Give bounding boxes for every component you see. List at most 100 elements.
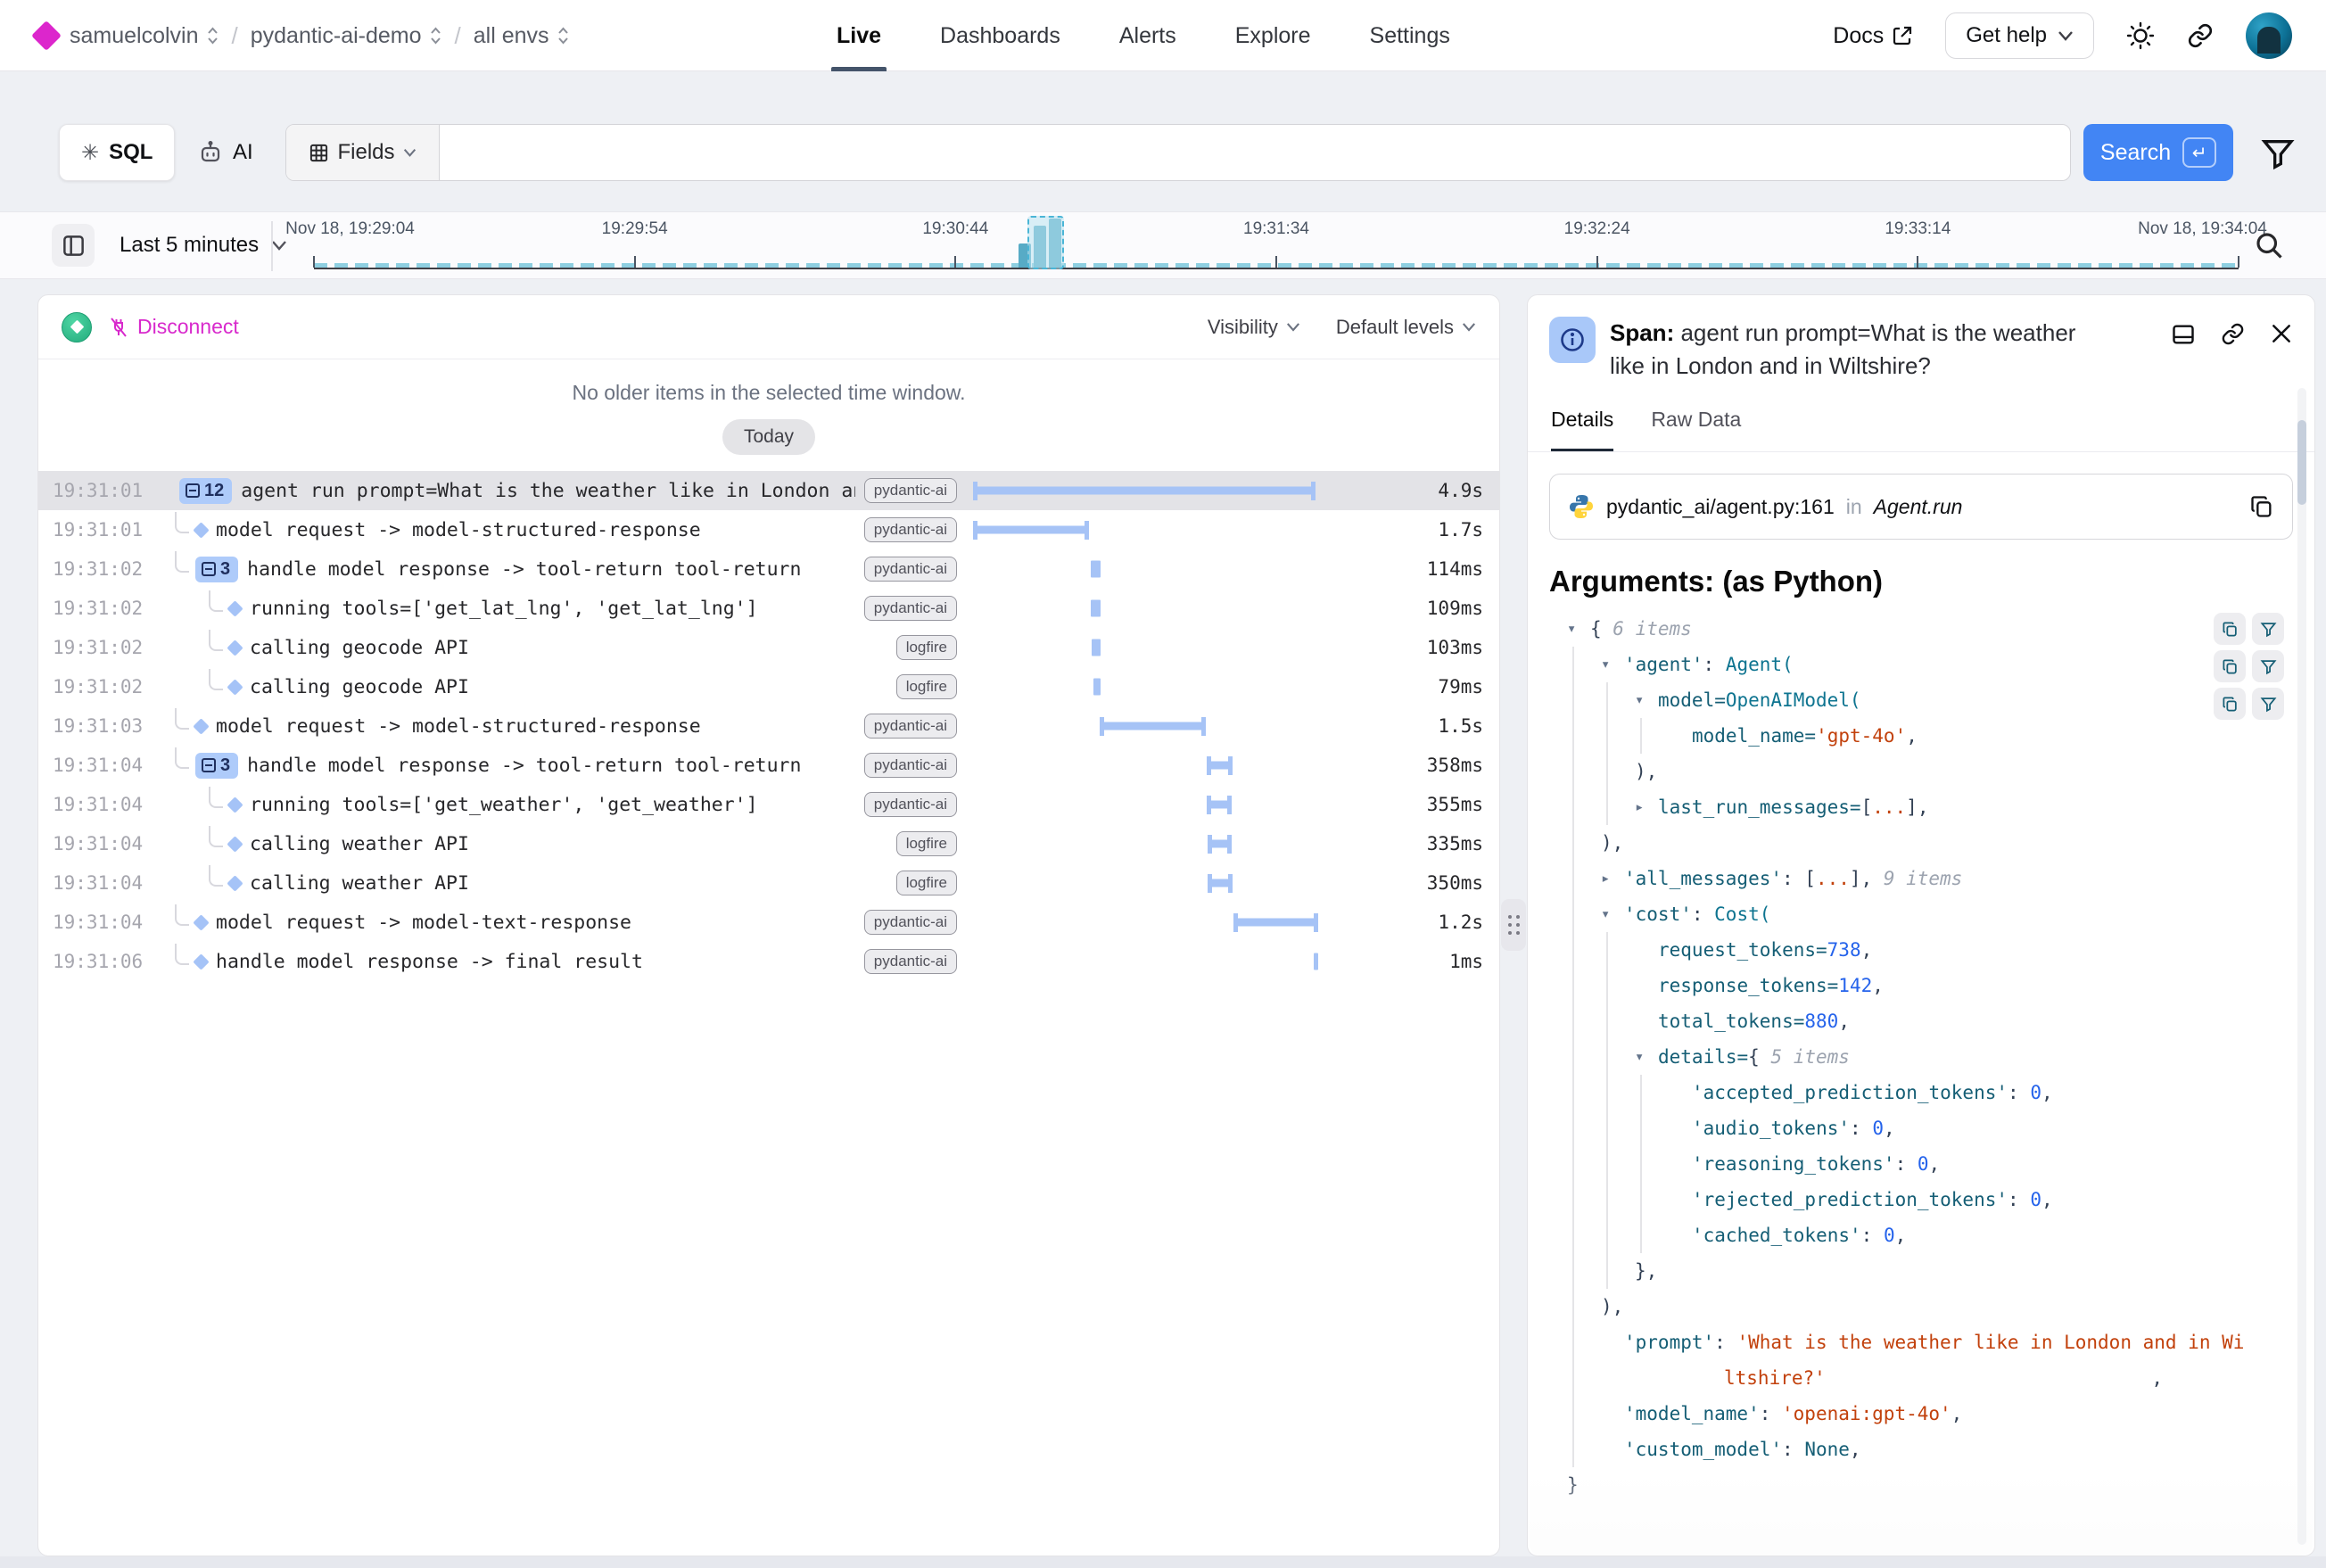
- live-status-icon[interactable]: [62, 312, 92, 342]
- filter-node-button[interactable]: [2252, 613, 2284, 645]
- trace-row[interactable]: 19:31:04calling weather APIlogfire350ms: [38, 863, 1499, 903]
- duration-label: 355ms: [1410, 794, 1499, 815]
- ai-mode-button[interactable]: AI: [186, 124, 266, 181]
- code-token-pn: ,: [1838, 1003, 1850, 1039]
- copy-icon[interactable]: [2249, 494, 2274, 519]
- trace-row[interactable]: 19:31:02running tools=['get_lat_lng', 'g…: [38, 589, 1499, 628]
- breadcrumb-separator: /: [232, 22, 238, 50]
- filter-node-button[interactable]: [2252, 650, 2284, 682]
- trace-row[interactable]: 19:31:023handle model response -> tool-r…: [38, 549, 1499, 589]
- trace-timestamp: 19:31:02: [38, 598, 161, 619]
- breadcrumb-project-label: pydantic-ai-demo: [251, 23, 422, 49]
- trace-row[interactable]: 19:31:06handle model response -> final r…: [38, 942, 1499, 981]
- collapse-badge[interactable]: 12: [179, 478, 232, 504]
- breadcrumb-project[interactable]: pydantic-ai-demo: [251, 23, 442, 49]
- today-pill[interactable]: Today: [722, 419, 815, 455]
- expand-caret-icon[interactable]: ▾: [1635, 1039, 1658, 1075]
- scrollbar-track[interactable]: [2297, 388, 2306, 1545]
- nav-tab-live[interactable]: Live: [837, 0, 881, 71]
- expand-caret-icon[interactable]: ▾: [1567, 611, 1590, 647]
- scrollbar-thumb[interactable]: [2297, 420, 2306, 505]
- panel-resize-handle[interactable]: [1501, 899, 1526, 951]
- sidebar-toggle-button[interactable]: [52, 224, 95, 267]
- code-token-pn: },: [1635, 1253, 1657, 1289]
- collapse-badge[interactable]: 3: [195, 753, 238, 779]
- logfire-logo-icon[interactable]: [31, 21, 62, 51]
- code-token-pn: {: [1590, 611, 1613, 647]
- detail-tab-details[interactable]: Details: [1551, 404, 1613, 451]
- duration-bar: [1092, 640, 1101, 656]
- collapsed-caret-icon[interactable]: ▸: [1635, 789, 1658, 825]
- nav-tab-alerts[interactable]: Alerts: [1119, 0, 1176, 71]
- collapsed-caret-icon[interactable]: ▸: [1601, 861, 1624, 896]
- code-token-str: 'openai:gpt-4o': [1782, 1396, 1951, 1432]
- code-token-pn: ,: [1906, 718, 1918, 754]
- trace-row[interactable]: 19:31:02calling geocode APIlogfire103ms: [38, 628, 1499, 667]
- timeline-selection[interactable]: [1027, 216, 1064, 269]
- trace-row[interactable]: 19:31:0112agent run prompt=What is the w…: [38, 471, 1499, 510]
- nav-tab-dashboards[interactable]: Dashboards: [940, 0, 1060, 71]
- code-line: model_name='gpt-4o',: [1549, 718, 2314, 754]
- code-token-pn: :: [2008, 1182, 2030, 1217]
- search-button[interactable]: Search ↵: [2083, 124, 2233, 181]
- theme-toggle-sun-icon[interactable]: [2126, 21, 2155, 50]
- fields-label: Fields: [337, 140, 394, 165]
- user-avatar[interactable]: [2246, 12, 2292, 59]
- timeline-tick-label: Nov 18, 19:29:04: [285, 219, 415, 239]
- filter-funnel-icon[interactable]: [2260, 136, 2296, 171]
- copy-node-button[interactable]: [2214, 650, 2246, 682]
- filter-node-button[interactable]: [2252, 688, 2284, 720]
- code-token-pn: ,: [1861, 932, 1873, 968]
- code-token-key: 'audio_tokens': [1692, 1110, 1850, 1146]
- scope-tag: pydantic-ai: [864, 714, 957, 739]
- trace-row[interactable]: 19:31:043handle model response -> tool-r…: [38, 746, 1499, 785]
- share-link-icon[interactable]: [2187, 22, 2214, 49]
- get-help-button[interactable]: Get help: [1945, 12, 2094, 59]
- breadcrumb-env[interactable]: all envs: [474, 23, 570, 49]
- nav-tab-settings[interactable]: Settings: [1370, 0, 1450, 71]
- chevrons-up-down-icon: [206, 26, 219, 45]
- timeline-histogram[interactable]: Nov 18, 19:29:0419:29:5419:30:4419:31:34…: [314, 216, 2239, 273]
- search-input[interactable]: [440, 125, 2070, 180]
- time-range-dropdown[interactable]: Last 5 minutes: [120, 224, 287, 267]
- trace-timestamp: 19:31:04: [38, 833, 161, 854]
- trace-row[interactable]: 19:31:04running tools=['get_weather', 'g…: [38, 785, 1499, 824]
- span-diamond-icon: [227, 836, 243, 852]
- empty-window-message: No older items in the selected time wind…: [38, 381, 1499, 405]
- copy-node-button[interactable]: [2214, 613, 2246, 645]
- asterisk-icon: ✳: [81, 140, 99, 166]
- copy-link-icon[interactable]: [2221, 322, 2245, 346]
- expand-caret-icon[interactable]: ▾: [1601, 896, 1624, 932]
- duration-label: 1.7s: [1410, 519, 1499, 541]
- arguments-code-tree: ▾{ 6 items▾'agent': Agent(▾model=OpenAIM…: [1549, 611, 2314, 1503]
- trace-row[interactable]: 19:31:04calling weather APIlogfire335ms: [38, 824, 1499, 863]
- chevron-down-icon: [403, 148, 417, 157]
- visibility-dropdown[interactable]: Visibility: [1208, 316, 1300, 339]
- zoom-icon[interactable]: [2253, 229, 2285, 261]
- trace-row[interactable]: 19:31:04model request -> model-text-resp…: [38, 903, 1499, 942]
- disconnect-button[interactable]: Disconnect: [108, 315, 239, 339]
- nav-tab-explore[interactable]: Explore: [1235, 0, 1311, 71]
- close-icon[interactable]: [2270, 322, 2293, 345]
- collapse-badge[interactable]: 3: [195, 557, 238, 582]
- code-token-pn: ],: [1850, 861, 1884, 896]
- trace-row[interactable]: 19:31:02calling geocode APIlogfire79ms: [38, 667, 1499, 706]
- docs-link[interactable]: Docs: [1833, 23, 1913, 49]
- sql-mode-button[interactable]: ✳ SQL: [59, 124, 175, 181]
- default-levels-dropdown[interactable]: Default levels: [1336, 316, 1476, 339]
- source-location[interactable]: pydantic_ai/agent.py:161 in Agent.run: [1549, 474, 2293, 540]
- fields-dropdown[interactable]: Fields: [286, 125, 440, 180]
- timeline-tick-label: 19:30:44: [922, 219, 988, 239]
- scope-tag: logfire: [896, 871, 957, 895]
- dock-panel-icon[interactable]: [2171, 322, 2196, 347]
- detail-tab-raw-data[interactable]: Raw Data: [1651, 404, 1741, 451]
- code-token-num: 0: [1884, 1217, 1895, 1253]
- tree-connector: [209, 590, 223, 612]
- trace-row[interactable]: 19:31:03model request -> model-structure…: [38, 706, 1499, 746]
- copy-node-button[interactable]: [2214, 688, 2246, 720]
- breadcrumb-org[interactable]: samuelcolvin: [70, 23, 219, 49]
- expand-caret-icon[interactable]: ▾: [1601, 647, 1624, 682]
- code-line: ▾{ 6 items: [1549, 611, 2314, 647]
- expand-caret-icon[interactable]: ▾: [1635, 682, 1658, 718]
- trace-row[interactable]: 19:31:01model request -> model-structure…: [38, 510, 1499, 549]
